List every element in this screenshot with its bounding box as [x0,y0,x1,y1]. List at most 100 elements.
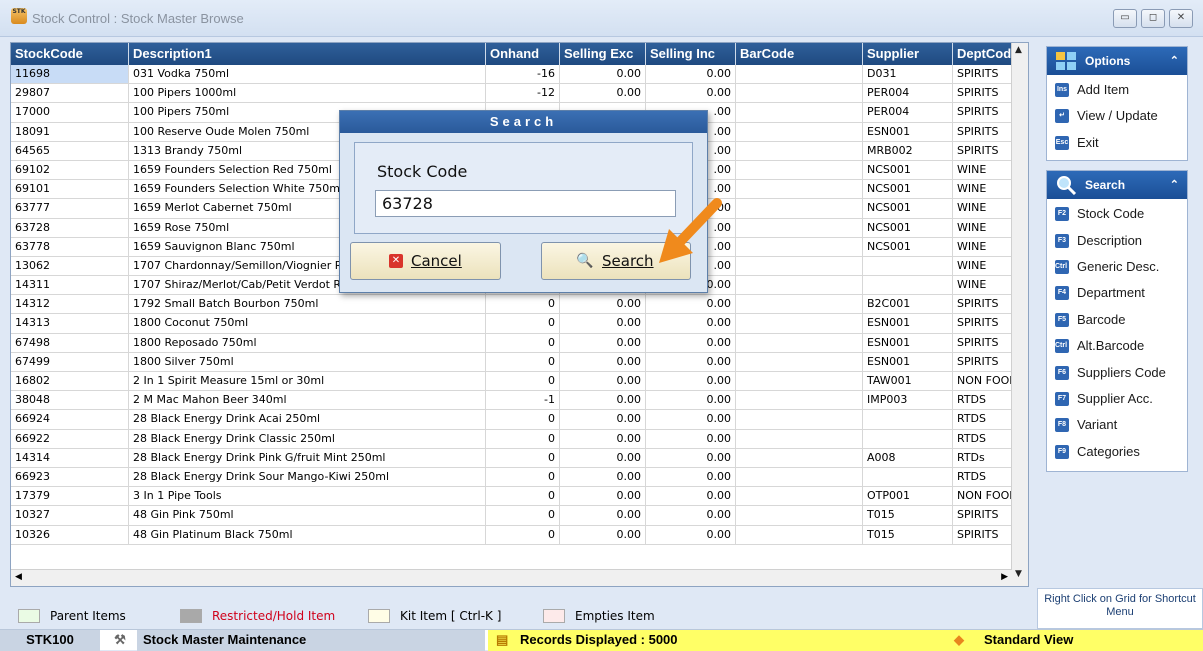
table-cell[interactable]: 0 [486,467,560,487]
table-cell[interactable]: NCS001 [863,218,953,237]
table-cell[interactable]: 14313 [11,314,129,333]
table-cell[interactable]: 13062 [11,256,129,276]
table-cell[interactable]: WINE [953,276,1016,295]
table-cell[interactable]: 0 [486,314,560,333]
horizontal-scrollbar[interactable]: ◀ ▶ [11,569,1012,586]
table-cell[interactable]: WINE [953,218,1016,237]
table-cell[interactable]: TAW001 [863,372,953,391]
column-header[interactable]: BarCode [736,43,863,65]
table-cell[interactable]: WINE [953,256,1016,276]
table-cell[interactable]: 17000 [11,103,129,122]
table-cell[interactable]: ESN001 [863,352,953,371]
table-cell[interactable]: 67499 [11,352,129,371]
table-cell[interactable]: 28 Black Energy Drink Sour Mango-Kiwi 25… [129,467,486,487]
column-header[interactable]: DeptCode [953,43,1016,65]
scroll-right-icon[interactable]: ▶ [1001,572,1008,582]
table-cell[interactable] [736,352,863,371]
table-cell[interactable]: 14312 [11,295,129,314]
table-cell[interactable] [863,276,953,295]
table-cell[interactable] [736,487,863,506]
table-cell[interactable]: 0 [486,429,560,448]
minimize-button[interactable]: ▭ [1113,9,1137,28]
table-cell[interactable]: 0.00 [560,352,646,371]
table-cell[interactable]: ESN001 [863,314,953,333]
table-cell[interactable]: 0.00 [646,295,736,314]
table-cell[interactable] [736,199,863,218]
table-cell[interactable]: WINE [953,160,1016,180]
table-cell[interactable]: 0.00 [646,506,736,525]
table-cell[interactable]: WINE [953,237,1016,256]
table-cell[interactable]: 031 Vodka 750ml [129,65,486,84]
table-row[interactable]: 67499 1800 Silver 750ml 0 0.00 0.00 ESN001 SPI… [11,352,1028,372]
table-cell[interactable]: 1800 Reposado 750ml [129,333,486,352]
table-cell[interactable]: OTP001 [863,487,953,506]
table-cell[interactable]: 18091 [11,122,129,141]
column-header[interactable]: Onhand [486,43,560,65]
table-cell[interactable]: 66922 [11,429,129,448]
table-cell[interactable]: 0.00 [646,448,736,467]
column-header[interactable]: Selling Inc [646,43,736,65]
table-row[interactable]: 29807 100 Pipers 1000ml -12 0.00 0.00 PER004 S… [11,84,1028,104]
collapse-icon[interactable]: ⌃ [1170,47,1179,75]
table-cell[interactable]: IMP003 [863,391,953,410]
table-cell[interactable] [736,467,863,487]
table-cell[interactable]: 0.00 [646,333,736,352]
table-cell[interactable]: 0.00 [560,410,646,429]
table-cell[interactable]: 0.00 [646,391,736,410]
table-cell[interactable] [736,65,863,84]
panel-item[interactable]: F5 Barcode [1047,307,1187,333]
table-cell[interactable]: 48 Gin Platinum Black 750ml [129,525,486,544]
table-cell[interactable]: RTDS [953,391,1016,410]
table-cell[interactable]: 48 Gin Pink 750ml [129,506,486,525]
table-cell[interactable]: 0.00 [560,295,646,314]
table-cell[interactable] [736,256,863,276]
table-cell[interactable]: RTDS [953,429,1016,448]
table-cell[interactable]: 38048 [11,391,129,410]
panel-item[interactable]: F7 Supplier Acc. [1047,386,1187,412]
column-header[interactable]: Description1 [129,43,486,65]
table-cell[interactable]: WINE [953,180,1016,199]
search-header[interactable]: Search ⌃ [1047,171,1187,200]
panel-item[interactable]: F3 Description [1047,228,1187,254]
table-cell[interactable] [736,525,863,544]
table-cell[interactable]: NON FOOD [953,487,1016,506]
table-cell[interactable] [736,122,863,141]
table-cell[interactable]: 100 Pipers 1000ml [129,84,486,103]
options-header[interactable]: Options ⌃ [1047,47,1187,75]
table-cell[interactable]: 63777 [11,199,129,218]
table-cell[interactable]: 0.00 [560,525,646,544]
column-header[interactable]: Selling Exc [560,43,646,65]
table-cell[interactable] [736,103,863,122]
table-cell[interactable]: 0 [486,333,560,352]
column-header[interactable]: StockCode [11,43,129,65]
table-cell[interactable]: A008 [863,448,953,467]
table-cell[interactable]: 0.00 [646,487,736,506]
table-row[interactable]: 17379 3 In 1 Pipe Tools 0 0.00 0.00 OTP001 NON… [11,487,1028,507]
table-row[interactable]: 38048 2 M Mac Mahon Beer 340ml -1 0.00 0.00 I… [11,391,1028,411]
table-row[interactable]: 66923 28 Black Energy Drink Sour Mango-Ki… [11,467,1028,488]
table-cell[interactable]: 0 [486,295,560,314]
panel-item[interactable]: Ins Add Item [1047,77,1187,103]
table-cell[interactable]: RTDS [953,410,1016,429]
table-cell[interactable]: 0 [486,352,560,371]
panel-item[interactable]: F4 Department [1047,280,1187,306]
table-cell[interactable]: 14311 [11,276,129,295]
table-cell[interactable]: 0 [486,487,560,506]
table-cell[interactable]: 0.00 [646,525,736,544]
stock-code-input[interactable] [375,190,676,217]
table-cell[interactable]: SPIRITS [953,352,1016,371]
table-cell[interactable]: WINE [953,199,1016,218]
close-button[interactable]: ✕ [1169,9,1193,28]
table-cell[interactable] [736,314,863,333]
panel-item[interactable]: Ctrl F3 Generic Desc. [1047,254,1187,280]
panel-item[interactable]: Ctrl F5 Alt.Barcode [1047,333,1187,359]
table-cell[interactable]: 69101 [11,180,129,199]
table-cell[interactable]: 28 Black Energy Drink Acai 250ml [129,410,486,429]
table-cell[interactable]: 64565 [11,141,129,160]
table-cell[interactable]: 0.00 [646,372,736,391]
table-row[interactable]: 66922 28 Black Energy Drink Classic 250ml… [11,429,1028,449]
table-cell[interactable]: NCS001 [863,160,953,180]
table-cell[interactable]: 10327 [11,506,129,525]
table-cell[interactable] [736,333,863,352]
panel-item[interactable]: ↵ View / Update [1047,103,1187,129]
